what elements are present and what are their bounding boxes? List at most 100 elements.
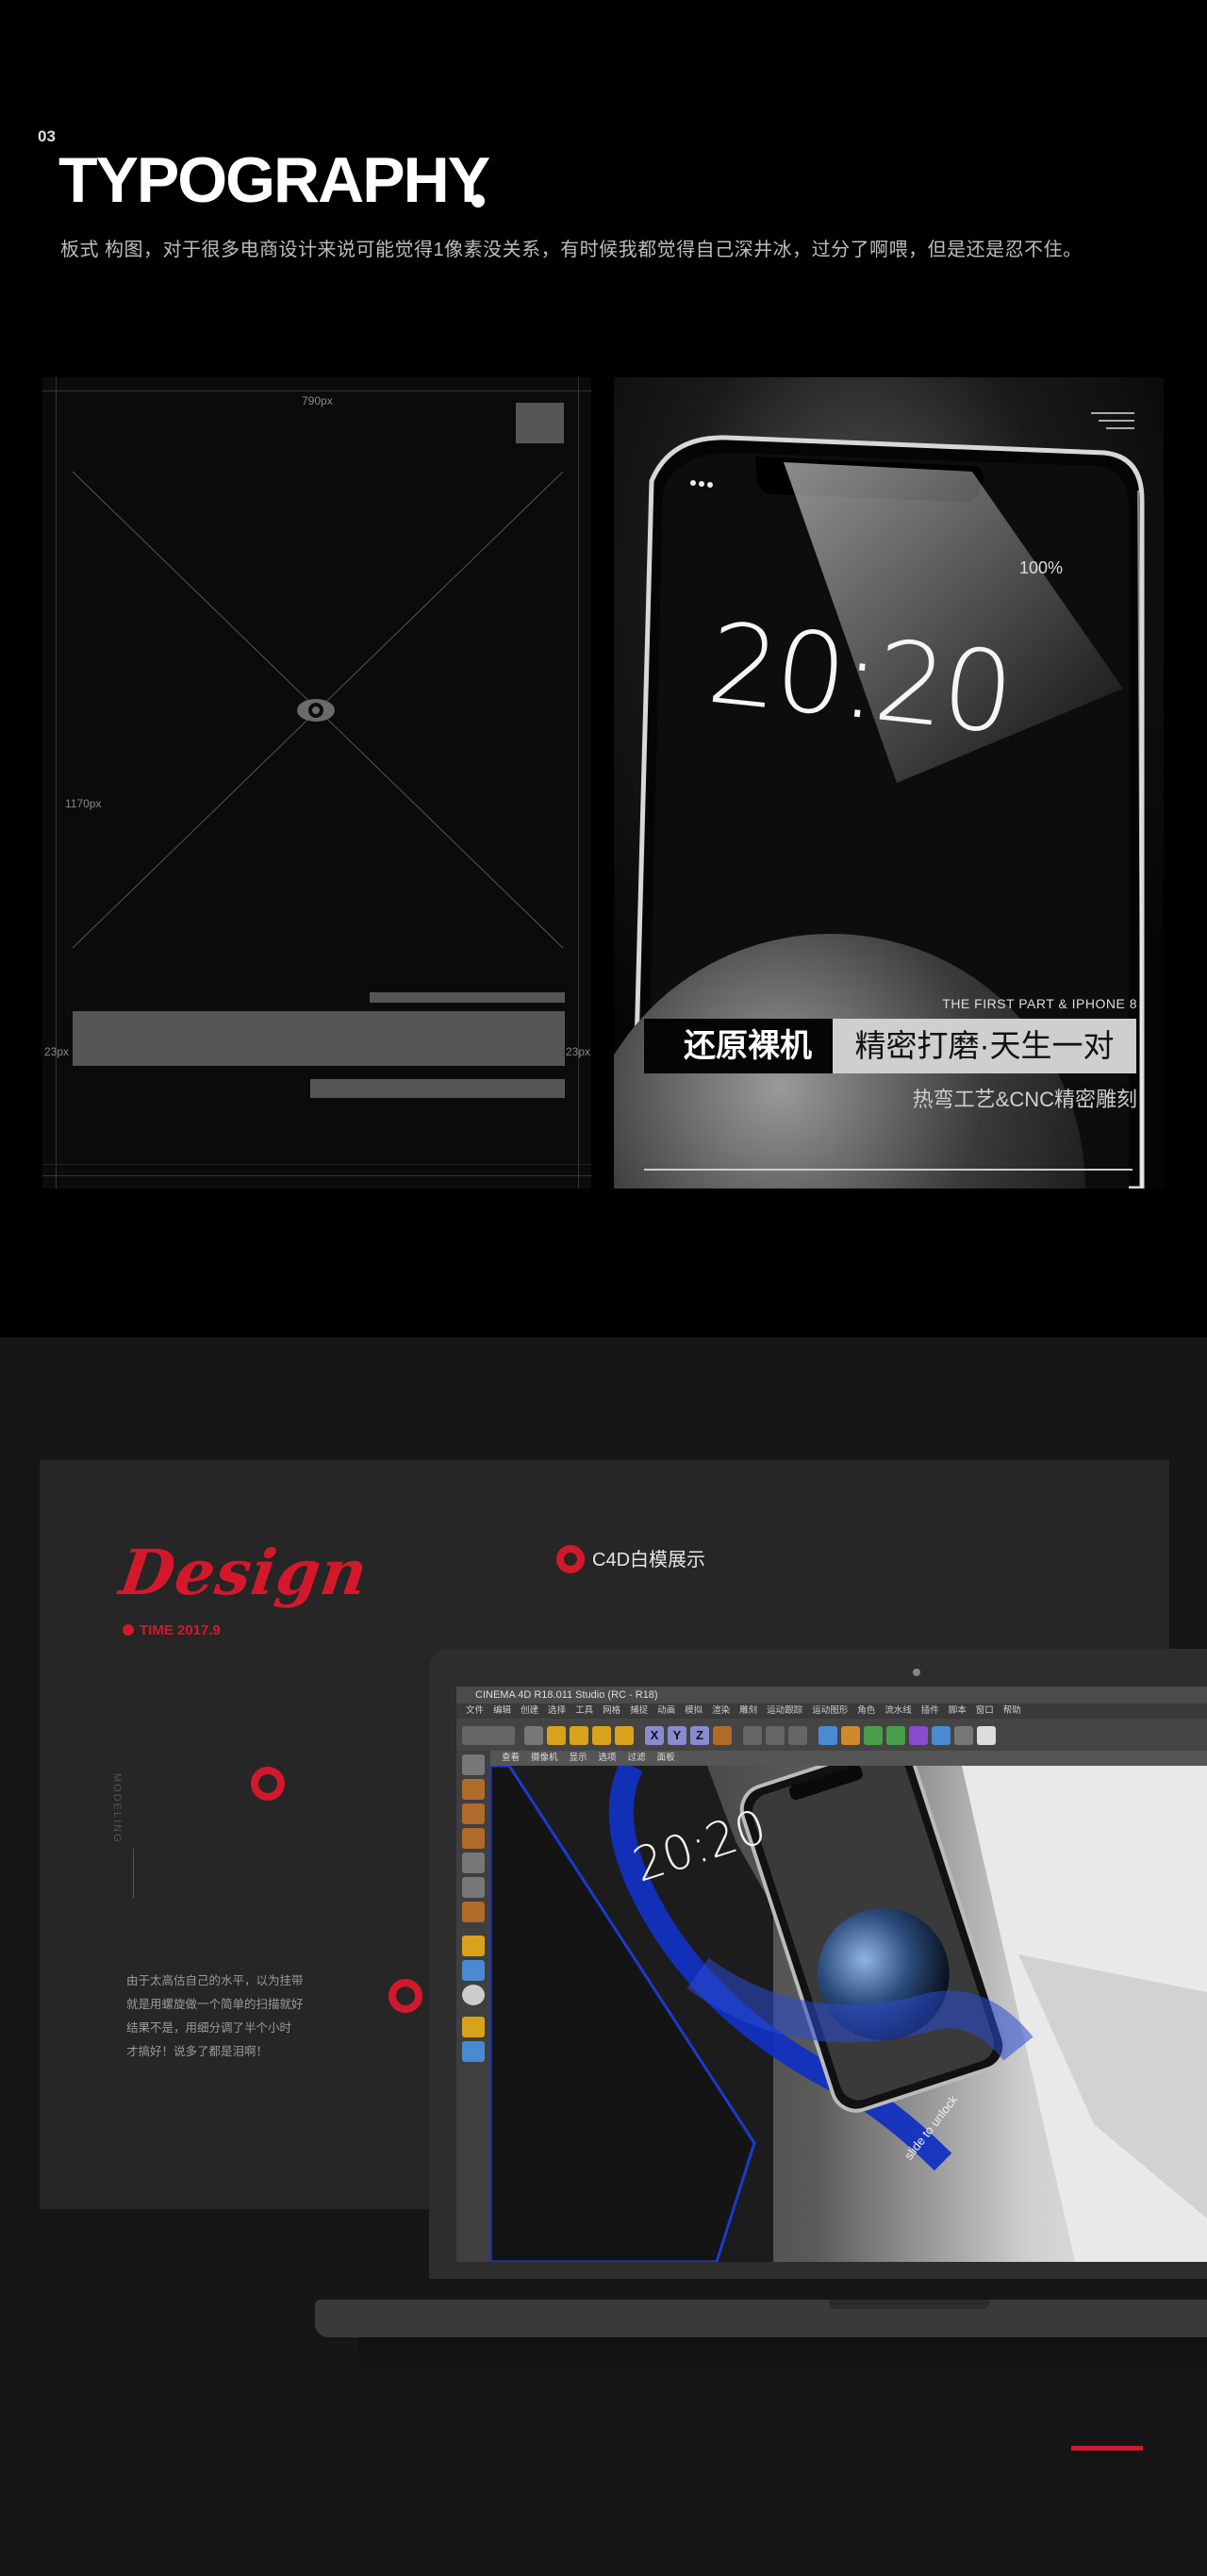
image-placeholder xyxy=(72,403,564,949)
snap-button[interactable] xyxy=(462,1985,485,2005)
select-tool-button[interactable] xyxy=(524,1726,543,1745)
points-mode-button[interactable] xyxy=(462,1853,485,1873)
body-line: 由于太高估自己的水平，以为挂带 xyxy=(126,1974,304,1987)
battery-label: 100% xyxy=(1019,558,1064,577)
menu-item[interactable]: 网格 xyxy=(603,1705,620,1716)
ring-decoration xyxy=(251,1767,285,1801)
tweak-mode-button[interactable] xyxy=(462,1960,485,1981)
section-title: TYPOGRAPHY xyxy=(58,144,490,216)
eye-icon xyxy=(297,699,335,722)
phone-poster: 100% 20:20 THE FIRST PART & IPHONE 8 还原裸… xyxy=(614,377,1164,1188)
floor-button[interactable] xyxy=(932,1726,951,1745)
viewport-menu-item[interactable]: 显示 xyxy=(570,1753,587,1763)
menu-item[interactable]: 选择 xyxy=(548,1705,566,1716)
text-bar-short xyxy=(370,992,565,1003)
section-subtitle: 板式 构图，对于很多电商设计来说可能觉得1像素没关系，有时候我都觉得自己深井冰，… xyxy=(60,240,1083,260)
accent-line xyxy=(1071,2446,1143,2451)
body-line: 结果不是，用细分调了半个小时 xyxy=(126,2021,292,2035)
time-label: TIME 2017.9 xyxy=(140,1622,221,1638)
workplane-button[interactable] xyxy=(462,1828,485,1849)
menu-item[interactable]: 捕捉 xyxy=(630,1705,648,1716)
c4d-label-row: C4D白模展示 xyxy=(556,1544,705,1573)
section-number: 03 xyxy=(38,127,56,145)
menu-item[interactable]: 模拟 xyxy=(685,1705,703,1716)
pen-button[interactable] xyxy=(841,1726,860,1745)
body-line: 才搞好！说多了都是泪啊！ xyxy=(126,2045,269,2058)
axis-x-button[interactable]: X xyxy=(645,1726,664,1745)
c4d-viewport[interactable]: 20:20 slide to unlock xyxy=(490,1766,1207,2262)
ring-icon xyxy=(556,1545,585,1573)
laptop-shadow xyxy=(358,2337,1207,2375)
add-tool-button[interactable] xyxy=(615,1726,634,1745)
menu-item[interactable]: 创建 xyxy=(521,1705,538,1716)
poster-headline-left: 还原裸机 xyxy=(644,1019,852,1073)
viewport-menu-item[interactable]: 过滤 xyxy=(628,1753,646,1763)
edges-mode-button[interactable] xyxy=(462,1877,485,1898)
c4d-menu-bar: 文件 编辑 创建 选择 工具 网格 捕捉 动画 模拟 渲染 雕刻 运动跟踪 运动图形 角色 流水线 插件 脚本窗… xyxy=(456,1703,1207,1719)
poster-subline: 热弯工艺&CNC精密雕刻 xyxy=(912,1088,1137,1111)
axis-mode-button[interactable] xyxy=(462,1936,485,1956)
render-view-button[interactable] xyxy=(766,1726,785,1745)
viewport-menu: 查看 摄像机 显示 选项 过滤 面板 xyxy=(490,1751,1207,1766)
menu-item[interactable]: 插件 xyxy=(921,1705,939,1716)
light-button[interactable] xyxy=(977,1726,996,1745)
camera-icon xyxy=(913,1669,920,1676)
mode-button[interactable] xyxy=(462,1754,485,1775)
design-heading: Design xyxy=(115,1536,373,1609)
play-icon xyxy=(123,1624,134,1636)
menu-item[interactable]: 文件 xyxy=(466,1705,484,1716)
deformer-button[interactable] xyxy=(909,1726,928,1745)
menu-item[interactable]: 流水线 xyxy=(885,1705,912,1716)
poster-tagline: THE FIRST PART & IPHONE 8 xyxy=(942,996,1137,1011)
c4d-window: CINEMA 4D R18.011 Studio (RC - R18) 文件 编辑… xyxy=(456,1687,1207,2262)
menu-item[interactable]: 编辑 xyxy=(493,1705,511,1716)
menu-item[interactable]: 运动跟踪 xyxy=(767,1705,802,1716)
c4d-label: C4D白模展示 xyxy=(592,1550,706,1571)
viewport-menu-item[interactable]: 查看 xyxy=(502,1753,520,1763)
render-settings-button[interactable] xyxy=(788,1726,807,1745)
coord-button[interactable] xyxy=(713,1726,732,1745)
c4d-left-toolbar xyxy=(456,1751,490,2262)
cube-button[interactable] xyxy=(818,1726,837,1745)
laptop-base xyxy=(315,2300,1207,2337)
rotate-tool-button[interactable] xyxy=(592,1726,611,1745)
text-bar-medium xyxy=(310,1079,565,1098)
axis-z-button[interactable]: Z xyxy=(690,1726,709,1745)
vertical-label: MODELING xyxy=(111,1773,123,1844)
menu-item[interactable]: 窗口 xyxy=(976,1705,994,1716)
menu-item[interactable]: 渲染 xyxy=(712,1705,730,1716)
subdivision-button[interactable] xyxy=(864,1726,883,1745)
menu-item[interactable]: 脚本 xyxy=(949,1705,967,1716)
generator-button[interactable] xyxy=(886,1726,905,1745)
viewport-render xyxy=(490,1766,1207,2262)
viewport-menu-item[interactable]: 摄像机 xyxy=(531,1753,558,1763)
polygons-mode-button[interactable] xyxy=(462,1902,485,1922)
menu-item[interactable]: 工具 xyxy=(575,1705,593,1716)
move-tool-button[interactable] xyxy=(547,1726,566,1745)
model-mode-button[interactable] xyxy=(462,1779,485,1800)
menu-item[interactable]: 雕刻 xyxy=(739,1705,757,1716)
c4d-toolbar: X Y Z xyxy=(456,1719,1207,1751)
c4d-title-bar: CINEMA 4D R18.011 Studio (RC - R18) xyxy=(456,1687,1207,1703)
axis-y-button[interactable]: Y xyxy=(668,1726,686,1745)
menu-item[interactable]: 帮助 xyxy=(1003,1705,1021,1716)
camera-button[interactable] xyxy=(954,1726,973,1745)
texture-mode-button[interactable] xyxy=(462,1803,485,1824)
body-line: 就是用螺旋做一个简单的扫描就好 xyxy=(126,1998,304,2011)
render-button[interactable] xyxy=(743,1726,762,1745)
viewport-menu-item[interactable]: 选项 xyxy=(599,1753,617,1763)
laptop-notch xyxy=(829,2300,989,2309)
scale-tool-button[interactable] xyxy=(570,1726,588,1745)
headline-bar xyxy=(73,1011,565,1066)
menu-item[interactable]: 动画 xyxy=(657,1705,675,1716)
layer-button[interactable] xyxy=(462,2041,485,2062)
design-body-text: 由于太高估自己的水平，以为挂带 就是用螺旋做一个简单的扫描就好 结果不是，用细分… xyxy=(126,1969,315,2064)
poster-headline-right: 精密打磨·天生一对 xyxy=(833,1019,1136,1073)
undo-redo-button[interactable] xyxy=(462,1726,515,1745)
menu-item[interactable]: 运动图形 xyxy=(812,1705,848,1716)
typography-section: 03 TYPOGRAPHY 板式 构图，对于很多电商设计来说可能觉得1像素没关系… xyxy=(0,0,1207,1338)
menu-item[interactable]: 角色 xyxy=(857,1705,875,1716)
title-dot xyxy=(471,194,485,208)
viewport-menu-item[interactable]: 面板 xyxy=(657,1753,675,1763)
magnet-button[interactable] xyxy=(462,2017,485,2037)
